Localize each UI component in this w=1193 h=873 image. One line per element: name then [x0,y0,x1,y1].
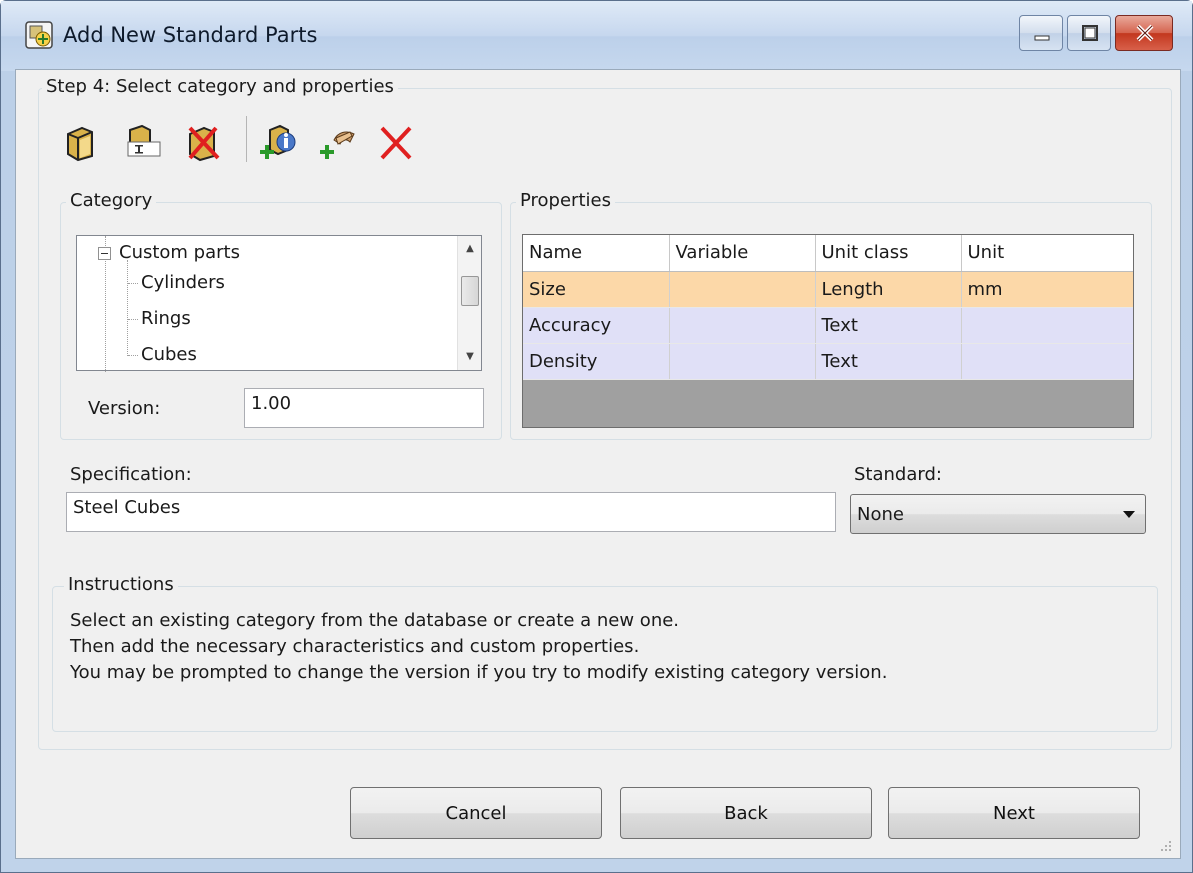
tree-connector [128,319,138,320]
delete-category-icon[interactable] [182,120,226,164]
standard-selected-value: None [857,504,904,525]
delete-property-icon[interactable] [374,120,418,164]
back-button[interactable]: Back [620,787,872,839]
instructions-line-2: Then add the necessary characteristics a… [70,636,640,657]
cell-name[interactable]: Density [523,343,670,380]
tree-node-cubes[interactable]: Cubes [141,344,197,365]
cell-unit[interactable] [961,307,1133,344]
standard-select[interactable]: None [850,494,1146,534]
cell-variable[interactable] [669,271,816,308]
app-icon [25,21,53,49]
collapse-icon[interactable] [98,247,111,260]
instructions-line-1: Select an existing category from the dat… [70,610,680,631]
scroll-up-icon[interactable]: ▲ [458,238,482,260]
new-category-icon[interactable] [62,120,106,164]
column-header-name[interactable]: Name [523,235,670,272]
rename-category-icon[interactable] [122,120,166,164]
instructions-group [52,586,1158,732]
cancel-button[interactable]: Cancel [350,787,602,839]
window-title: Add New Standard Parts [63,23,318,47]
version-input[interactable]: 1.00 [244,388,484,428]
cell-unit[interactable] [961,343,1133,380]
table-row[interactable]: Density Text [523,343,1133,380]
add-property-icon[interactable] [256,120,300,164]
cell-variable[interactable] [669,307,816,344]
version-label: Version: [88,398,161,419]
cell-name[interactable]: Accuracy [523,307,670,344]
tree-node-custom-parts[interactable]: Custom parts [119,242,240,263]
standard-label: Standard: [854,464,942,485]
toolbar-separator [246,116,247,162]
tree-connector [128,355,138,356]
cell-unit-class[interactable]: Text [815,307,962,344]
close-icon [1136,24,1154,42]
cell-variable[interactable] [669,343,816,380]
maximize-icon [1082,25,1098,41]
next-button[interactable]: Next [888,787,1140,839]
minimize-button[interactable] [1019,15,1063,51]
tree-scrollbar[interactable]: ▲ ▼ [457,236,481,370]
specification-input[interactable]: Steel Cubes [66,492,836,532]
instructions-line-3: You may be prompted to change the versio… [70,662,888,683]
dialog-window: Add New Standard Parts Step 4: Select ca… [0,0,1193,873]
add-custom-property-icon[interactable] [316,120,360,164]
title-bar[interactable]: Add New Standard Parts [1,1,1192,71]
column-header-variable[interactable]: Variable [669,235,816,272]
category-tree[interactable]: Custom parts Cylinders Rings Cubes ▲ ▼ [76,235,482,372]
resize-grip-icon[interactable] [1160,840,1172,852]
minimize-icon [1034,35,1050,41]
table-row[interactable]: Size Length mm [523,271,1133,308]
properties-legend: Properties [516,190,615,211]
tree-connector [128,283,138,284]
specification-label: Specification: [70,464,192,485]
cell-unit-class[interactable]: Length [815,271,962,308]
close-button[interactable] [1115,15,1173,51]
step-title: Step 4: Select category and properties [42,76,398,97]
properties-grid[interactable]: Name Variable Unit class Unit Size Lengt… [522,234,1134,428]
cell-unit-class[interactable]: Text [815,343,962,380]
cell-name[interactable]: Size [523,271,670,308]
cell-unit[interactable]: mm [961,271,1133,308]
category-legend: Category [66,190,157,211]
tree-connector [127,260,128,356]
dialog-content: Step 4: Select category and properties C… [15,69,1181,859]
column-header-unit[interactable]: Unit [961,235,1133,272]
scroll-down-icon[interactable]: ▼ [458,346,482,368]
maximize-button[interactable] [1067,15,1111,51]
scroll-thumb[interactable] [461,276,479,306]
tree-node-rings[interactable]: Rings [141,308,191,329]
table-row[interactable]: Accuracy Text [523,307,1133,344]
chevron-down-icon[interactable] [1123,511,1135,518]
instructions-legend: Instructions [64,574,178,595]
column-header-unit-class[interactable]: Unit class [815,235,962,272]
tree-node-cylinders[interactable]: Cylinders [141,272,225,293]
